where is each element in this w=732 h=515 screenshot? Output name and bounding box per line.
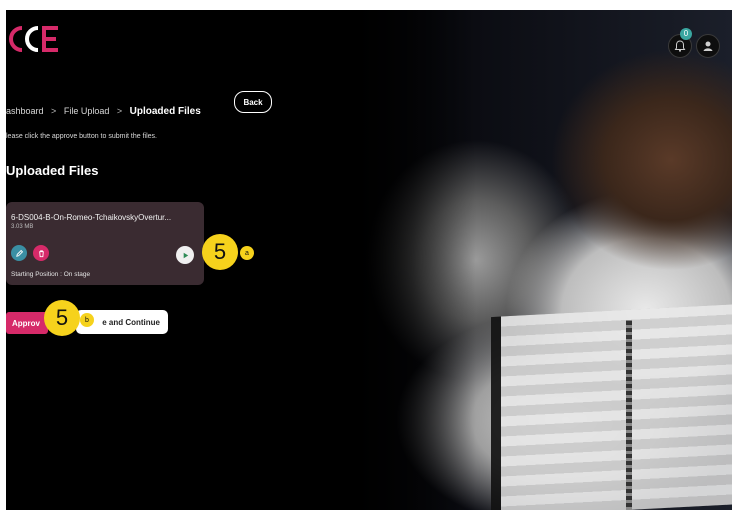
uploaded-file-card: 6-DS004-B-On-Romeo-TchaikovskyOvertur...… xyxy=(6,202,204,285)
notification-count-badge: 0 xyxy=(680,28,692,40)
callout-tag-b: b xyxy=(80,313,94,327)
play-button[interactable] xyxy=(176,246,194,264)
music-binder-spine xyxy=(626,320,632,510)
back-button[interactable]: Back xyxy=(234,91,272,113)
orchestra-background-image xyxy=(336,10,732,510)
app-frame: 0 ashboard > File Upload > Uploaded File… xyxy=(6,10,732,510)
logo[interactable] xyxy=(8,24,62,54)
breadcrumb-file-upload[interactable]: File Upload xyxy=(64,106,110,116)
file-name: 6-DS004-B-On-Romeo-TchaikovskyOvertur... xyxy=(11,213,172,222)
delete-file-button[interactable] xyxy=(33,245,49,261)
breadcrumb-dashboard[interactable]: ashboard xyxy=(6,106,44,116)
trash-icon xyxy=(38,249,44,257)
breadcrumb-separator: > xyxy=(116,106,123,116)
instruction-text: lease click the approve button to submit… xyxy=(6,133,157,140)
user-menu-button[interactable] xyxy=(696,34,720,58)
step-callout-5a: 5 xyxy=(202,234,238,270)
edit-file-button[interactable] xyxy=(11,245,27,261)
page-title: Uploaded Files xyxy=(6,163,99,178)
breadcrumb-current: Uploaded Files xyxy=(129,106,201,117)
music-stand xyxy=(491,302,732,510)
breadcrumb-separator: > xyxy=(51,106,57,116)
breadcrumb: ashboard > File Upload > Uploaded Files xyxy=(6,106,201,117)
approve-button[interactable]: Approv xyxy=(6,312,48,334)
cce-logo-icon xyxy=(9,26,58,52)
play-icon xyxy=(183,252,188,258)
edit-icon xyxy=(15,249,23,257)
top-right-controls: 0 xyxy=(662,28,722,58)
user-icon xyxy=(703,41,713,51)
callout-tag-a: a xyxy=(240,246,254,260)
bell-icon xyxy=(674,40,686,52)
file-size: 3.03 MB xyxy=(11,224,34,230)
starting-position: Starting Position : On stage xyxy=(11,271,91,278)
step-callout-5b: 5 xyxy=(44,300,80,336)
